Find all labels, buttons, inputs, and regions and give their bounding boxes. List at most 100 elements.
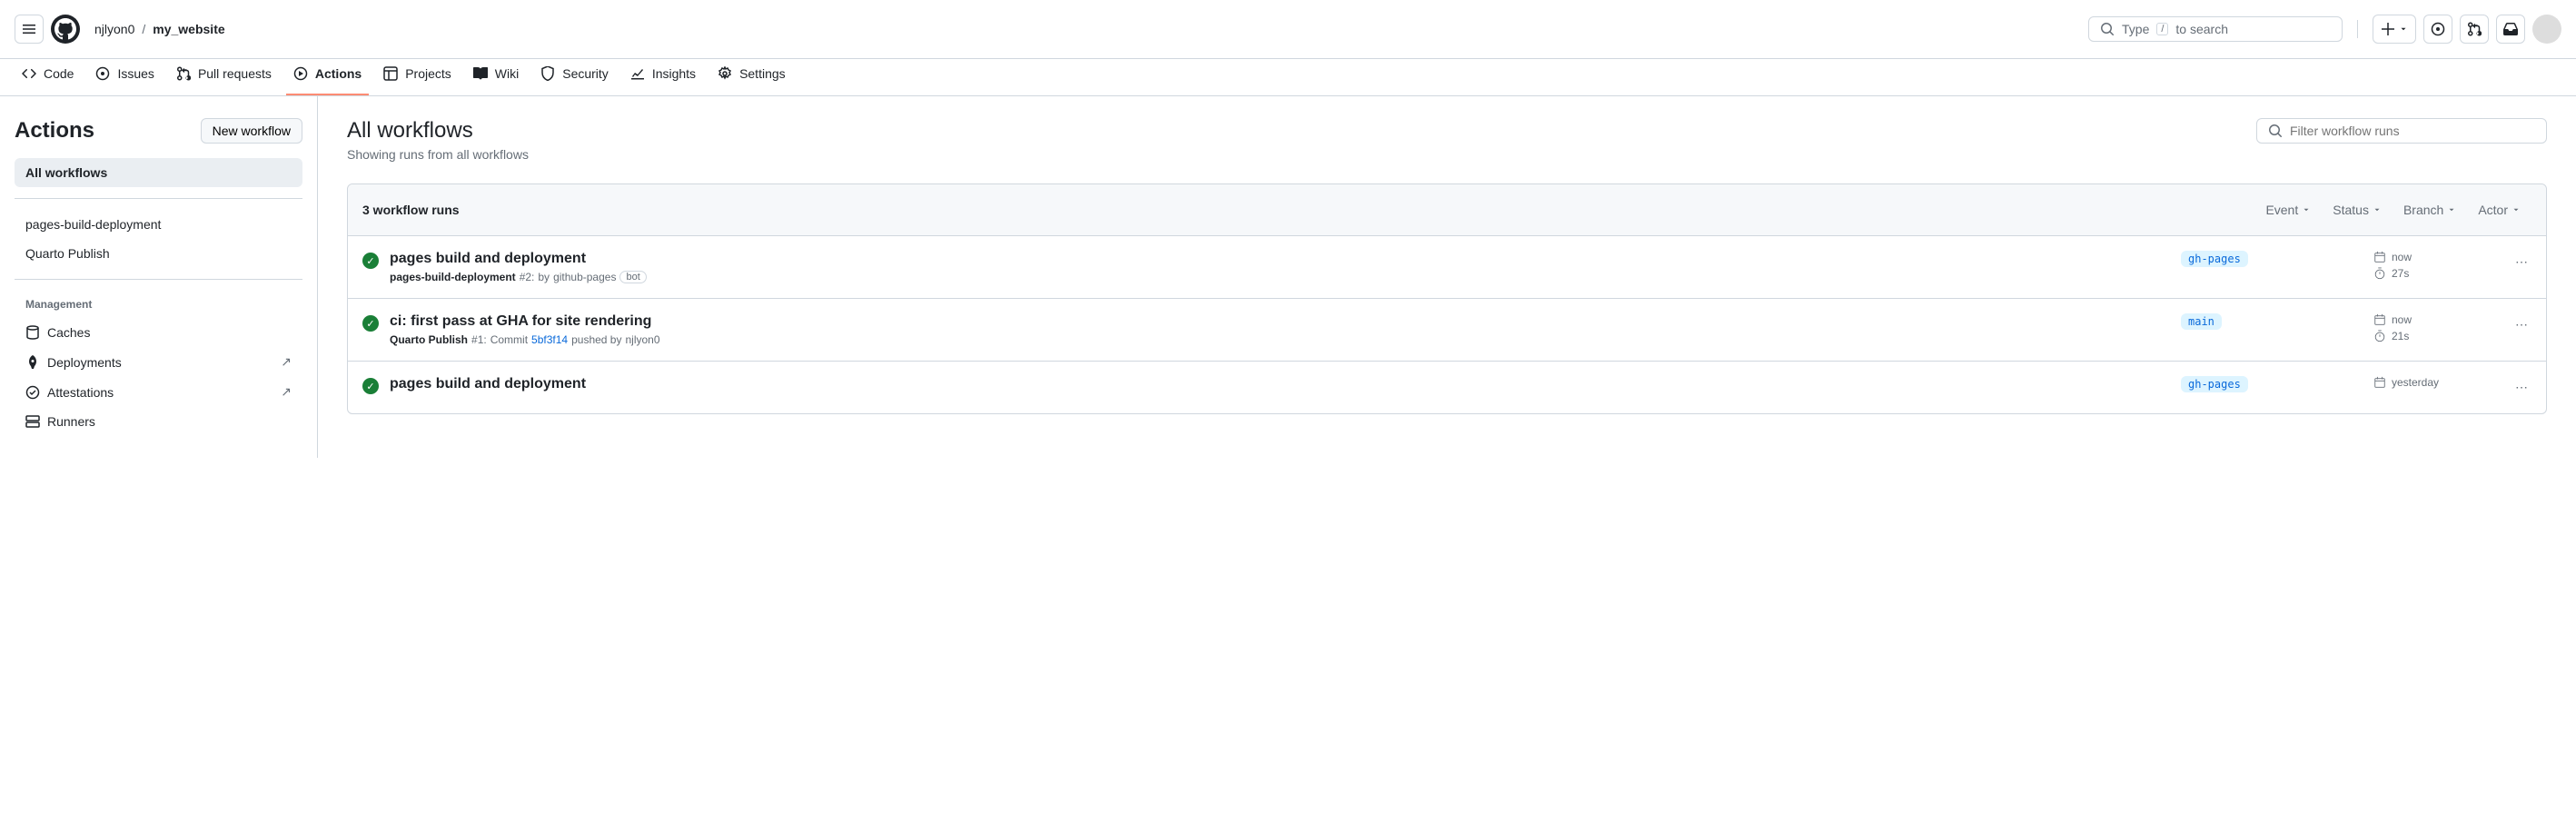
rocket-icon xyxy=(25,355,40,370)
chevron-down-icon xyxy=(2373,205,2382,214)
search-suffix: to search xyxy=(2175,22,2228,36)
inbox-icon xyxy=(2503,22,2518,36)
filter-actor[interactable]: Actor xyxy=(2467,199,2531,221)
global-search[interactable]: Type / to search xyxy=(2088,16,2343,42)
github-icon xyxy=(54,18,76,40)
sidebar-attestations[interactable]: Attestations ↗ xyxy=(15,377,302,407)
chevron-down-icon xyxy=(2399,25,2408,34)
owner-link[interactable]: njlyon0 xyxy=(94,22,134,36)
search-prefix: Type xyxy=(2122,22,2149,36)
database-icon xyxy=(25,325,40,340)
run-workflow: Quarto Publish xyxy=(390,333,468,346)
calendar-icon xyxy=(2373,251,2386,263)
external-icon: ↗ xyxy=(281,384,292,400)
branch-badge[interactable]: gh-pages xyxy=(2181,376,2248,392)
external-icon: ↗ xyxy=(281,354,292,370)
nav-code[interactable]: Code xyxy=(15,59,81,95)
git-pull-request-icon xyxy=(2467,22,2482,36)
chevron-down-icon xyxy=(2447,205,2456,214)
divider xyxy=(15,198,302,199)
nav-security[interactable]: Security xyxy=(533,59,616,95)
repo-link[interactable]: my_website xyxy=(153,22,224,36)
filter-runs-search[interactable] xyxy=(2256,118,2547,144)
divider xyxy=(2357,20,2358,38)
search-icon xyxy=(2100,22,2115,36)
management-label: Management xyxy=(15,291,302,318)
run-menu-button[interactable]: ⋯ xyxy=(2512,251,2531,273)
divider xyxy=(15,279,302,280)
run-actor: github-pages xyxy=(553,271,616,283)
sidebar-all-workflows[interactable]: All workflows xyxy=(15,158,302,187)
issues-button[interactable] xyxy=(2423,15,2452,44)
run-row: ✓ pages build and deployment gh-pages ye… xyxy=(348,362,2546,413)
branch-badge[interactable]: main xyxy=(2181,313,2222,330)
github-logo[interactable] xyxy=(51,15,80,44)
run-count: 3 workflow runs xyxy=(362,203,460,217)
user-avatar[interactable] xyxy=(2532,15,2561,44)
graph-icon xyxy=(630,66,645,81)
commit-link[interactable]: 5bf3f14 xyxy=(531,333,568,346)
table-icon xyxy=(383,66,398,81)
filter-event[interactable]: Event xyxy=(2254,199,2322,221)
nav-pulls[interactable]: Pull requests xyxy=(169,59,279,95)
play-icon xyxy=(293,66,308,81)
sidebar-workflow-item[interactable]: Quarto Publish xyxy=(15,239,302,268)
status-success-icon: ✓ xyxy=(362,253,379,269)
nav-wiki[interactable]: Wiki xyxy=(466,59,526,95)
run-menu-button[interactable]: ⋯ xyxy=(2512,376,2531,399)
filter-branch[interactable]: Branch xyxy=(2393,199,2467,221)
chevron-down-icon xyxy=(2302,205,2311,214)
run-menu-button[interactable]: ⋯ xyxy=(2512,313,2531,336)
nav-issues[interactable]: Issues xyxy=(88,59,161,95)
pulls-button[interactable] xyxy=(2460,15,2489,44)
verified-icon xyxy=(25,385,40,400)
breadcrumb-sep: / xyxy=(142,22,145,36)
new-workflow-button[interactable]: New workflow xyxy=(201,118,302,144)
status-success-icon: ✓ xyxy=(362,315,379,332)
status-success-icon: ✓ xyxy=(362,378,379,394)
page-subtitle: Showing runs from all workflows xyxy=(347,147,529,162)
create-new-button[interactable] xyxy=(2373,15,2416,44)
nav-settings[interactable]: Settings xyxy=(710,59,793,95)
run-title[interactable]: pages build and deployment xyxy=(390,376,2170,392)
sidebar-title: Actions xyxy=(15,118,94,144)
chevron-down-icon xyxy=(2512,205,2521,214)
run-row: ✓ ci: first pass at GHA for site renderi… xyxy=(348,299,2546,362)
branch-badge[interactable]: gh-pages xyxy=(2181,251,2248,267)
book-icon xyxy=(473,66,488,81)
page-title: All workflows xyxy=(347,118,529,144)
nav-actions[interactable]: Actions xyxy=(286,59,369,95)
sidebar-runners[interactable]: Runners xyxy=(15,407,302,436)
shield-icon xyxy=(540,66,555,81)
nav-insights[interactable]: Insights xyxy=(623,59,703,95)
code-icon xyxy=(22,66,36,81)
sidebar-deployments[interactable]: Deployments ↗ xyxy=(15,347,302,377)
filter-input[interactable] xyxy=(2290,124,2535,138)
stopwatch-icon xyxy=(2373,330,2386,342)
issue-icon xyxy=(2431,22,2445,36)
sidebar-caches[interactable]: Caches xyxy=(15,318,302,347)
search-kbd: / xyxy=(2156,23,2168,35)
run-title[interactable]: ci: first pass at GHA for site rendering xyxy=(390,313,2170,330)
git-pull-request-icon xyxy=(176,66,191,81)
breadcrumb: njlyon0 / my_website xyxy=(94,22,225,36)
issue-icon xyxy=(95,66,110,81)
hamburger-menu-button[interactable] xyxy=(15,15,44,44)
plus-icon xyxy=(2381,22,2395,36)
search-icon xyxy=(2268,124,2283,138)
run-row: ✓ pages build and deployment pages-build… xyxy=(348,236,2546,299)
run-actor[interactable]: njlyon0 xyxy=(625,333,659,346)
run-title[interactable]: pages build and deployment xyxy=(390,251,2170,267)
calendar-icon xyxy=(2373,376,2386,389)
hamburger-icon xyxy=(22,22,36,36)
nav-projects[interactable]: Projects xyxy=(376,59,459,95)
notifications-button[interactable] xyxy=(2496,15,2525,44)
stopwatch-icon xyxy=(2373,267,2386,280)
bot-badge: bot xyxy=(619,271,646,283)
run-workflow: pages-build-deployment xyxy=(390,271,516,283)
calendar-icon xyxy=(2373,313,2386,326)
filter-status[interactable]: Status xyxy=(2322,199,2393,221)
server-icon xyxy=(25,414,40,429)
gear-icon xyxy=(718,66,732,81)
sidebar-workflow-item[interactable]: pages-build-deployment xyxy=(15,210,302,239)
